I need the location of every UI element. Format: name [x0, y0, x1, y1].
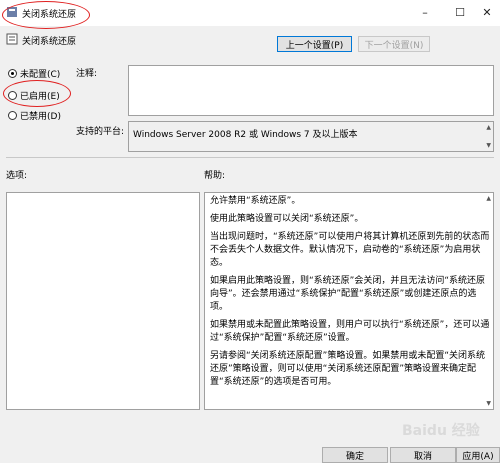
scroll-up-icon[interactable]: ▲: [486, 195, 491, 202]
comment-textarea[interactable]: [128, 65, 494, 116]
scroll-up-icon[interactable]: ▲: [486, 124, 491, 131]
policy-name: 关闭系统还原: [22, 37, 77, 47]
help-paragraph: 允许禁用“系统还原”。: [210, 196, 301, 206]
comment-label: 注释:: [76, 69, 98, 79]
help-paragraph: 当出现问题时，“系统还原”可以使用户将其计算机还原到先前的状态而不会丢失个人数据…: [210, 232, 490, 268]
radio-not-configured[interactable]: 未配置(C): [8, 66, 60, 80]
radio-selected-indicator: [8, 68, 17, 78]
minimize-button[interactable]: –: [410, 0, 440, 24]
supported-platform-label: 支持的平台:: [76, 127, 125, 137]
help-paragraph: 使用此策略设置可以关闭“系统还原”。: [210, 214, 364, 224]
ok-button[interactable]: 确定: [322, 447, 388, 463]
help-label: 帮助:: [204, 171, 226, 181]
supported-platform-box: Windows Server 2008 R2 或 Windows 7 及以上版本…: [128, 121, 494, 152]
cancel-button[interactable]: 取消: [390, 447, 456, 463]
policy-setting-icon: [6, 33, 18, 45]
section-divider: [6, 157, 494, 158]
help-paragraph: 如果禁用或未配置此策略设置，则用户可以执行“系统还原”，还可以通过“系统保护”配…: [210, 320, 490, 343]
annotation-circle-title: [2, 1, 90, 29]
maximize-button[interactable]: ☐: [445, 0, 475, 24]
scroll-down-icon[interactable]: ▼: [486, 142, 491, 149]
radio-label: 未配置(C): [20, 69, 61, 80]
watermark-text: Baidu 经验: [402, 423, 480, 439]
next-setting-button[interactable]: 下一个设置(N): [358, 36, 430, 52]
radio-disabled[interactable]: 已禁用(D): [8, 108, 61, 122]
help-paragraph: 如果启用此策略设置，则“系统还原”会关闭，并且无法访问“系统还原向导”。还会禁用…: [210, 276, 485, 312]
options-label: 选项:: [6, 171, 28, 181]
previous-setting-button[interactable]: 上一个设置(P): [277, 36, 352, 52]
radio-label: 已禁用(D): [20, 111, 61, 122]
supported-platform-text: Windows Server 2008 R2 或 Windows 7 及以上版本: [133, 130, 358, 140]
radio-indicator: [8, 110, 17, 120]
scroll-down-icon[interactable]: ▼: [486, 400, 491, 407]
help-panel[interactable]: 允许禁用“系统还原”。 使用此策略设置可以关闭“系统还原”。 当出现问题时，“系…: [204, 192, 494, 410]
close-button[interactable]: ✕: [472, 0, 500, 24]
annotation-circle-enabled: [3, 80, 71, 107]
help-text: 允许禁用“系统还原”。 使用此策略设置可以关闭“系统还原”。 当出现问题时，“系…: [210, 195, 492, 394]
options-panel: [6, 192, 200, 410]
help-paragraph: 另请参阅“关闭系统还原配置”策略设置。如果禁用或未配置“关闭系统还原”策略设置，…: [210, 351, 485, 387]
apply-button[interactable]: 应用(A): [456, 447, 500, 463]
